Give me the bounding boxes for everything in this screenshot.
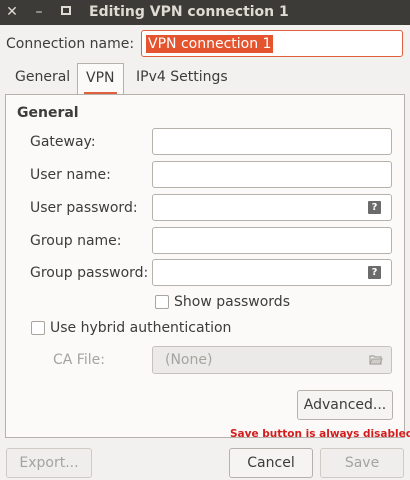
ca-file-chooser[interactable]: (None)	[152, 346, 392, 374]
cancel-button[interactable]: Cancel	[229, 448, 313, 478]
tab-general[interactable]: General	[7, 63, 78, 94]
advanced-button[interactable]: Advanced...	[297, 390, 393, 420]
gateway-input[interactable]	[152, 128, 392, 155]
hybrid-auth-checkbox[interactable]	[31, 321, 45, 335]
save-button[interactable]: Save	[320, 448, 404, 478]
user-password-input[interactable]: ?	[152, 194, 392, 221]
tab-strip: General VPN IPv4 Settings	[5, 63, 405, 96]
connection-name-input[interactable]: VPN connection 1	[141, 30, 403, 57]
show-passwords-label[interactable]: Show passwords	[174, 294, 290, 310]
hybrid-auth-label[interactable]: Use hybrid authentication	[50, 320, 231, 336]
password-options-icon[interactable]: ?	[368, 266, 381, 279]
connection-name-label: Connection name:	[6, 36, 135, 52]
maximize-glyph	[61, 6, 71, 15]
tab-vpn[interactable]: VPN	[77, 63, 124, 96]
group-name-input[interactable]	[152, 227, 392, 254]
export-button[interactable]: Export...	[6, 448, 92, 478]
ca-file-label: CA File:	[53, 352, 105, 368]
folder-icon	[369, 355, 383, 365]
user-name-label: User name:	[30, 167, 111, 183]
gateway-label: Gateway:	[30, 134, 96, 150]
window-title: Editing VPN connection 1	[89, 4, 289, 20]
group-name-label: Group name:	[30, 233, 122, 249]
maximize-icon[interactable]	[58, 4, 74, 20]
section-title-general: General	[17, 105, 79, 121]
tab-ipv4-settings[interactable]: IPv4 Settings	[128, 63, 236, 94]
group-password-label: Group password:	[30, 265, 149, 281]
title-bar[interactable]: ✕ – Editing VPN connection 1	[0, 0, 410, 25]
user-name-input[interactable]	[152, 161, 392, 188]
password-options-icon[interactable]: ?	[368, 201, 381, 214]
show-passwords-checkbox[interactable]	[155, 295, 169, 309]
minimize-icon[interactable]: –	[31, 4, 47, 20]
annotation-note: Save button is always disabled	[230, 428, 410, 440]
connection-name-value: VPN connection 1	[146, 35, 274, 53]
close-icon[interactable]: ✕	[4, 4, 20, 20]
group-password-input[interactable]: ?	[152, 259, 392, 286]
ca-file-value: (None)	[165, 352, 213, 368]
user-password-label: User password:	[30, 200, 138, 216]
